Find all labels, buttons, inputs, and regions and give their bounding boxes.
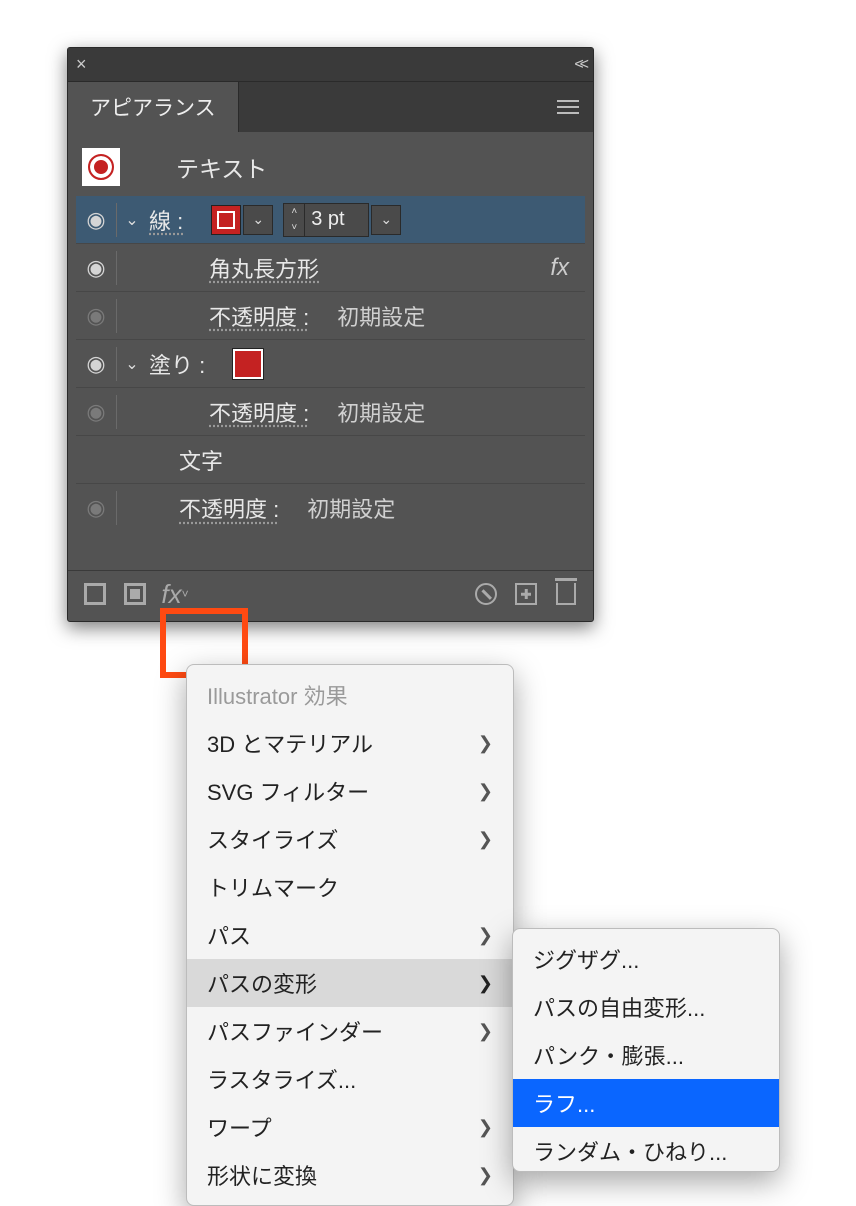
add-effect-button[interactable]: fx˅ [162, 581, 188, 607]
object-title-row: テキスト [76, 140, 585, 196]
stroke-opacity-row[interactable]: ◉ 不透明度 : 初期設定 [76, 292, 585, 340]
menu-item[interactable]: パス ❯ [187, 911, 513, 959]
menu-section-header: Illustrator 効果 [187, 671, 513, 719]
submenu-item[interactable]: ジグザグ... [513, 935, 779, 983]
stroke-weight-stepper: ˄ ˅ ⌄ [283, 203, 401, 237]
menu-item-label: ラスタライズ... [207, 1063, 356, 1095]
effects-menu: Illustrator 効果 3D とマテリアル❯SVG フィルター❯スタイライ… [186, 664, 514, 1206]
characters-label: 文字 [179, 444, 223, 476]
submenu-item-label: パンク・膨張... [533, 1039, 684, 1071]
visibility-icon[interactable]: ◉ [82, 351, 110, 377]
visibility-icon[interactable]: ◉ [82, 207, 110, 233]
submenu-item[interactable]: パンク・膨張... [513, 1031, 779, 1079]
menu-item[interactable]: トリムマーク [187, 863, 513, 911]
submenu-item-label: ラフ... [533, 1087, 595, 1119]
menu-item-label: パス [207, 919, 251, 951]
menu-item[interactable]: ワープ ❯ [187, 1103, 513, 1151]
menu-item-label: 3D とマテリアル [207, 727, 373, 759]
menu-item-label: SVG フィルター [207, 775, 369, 807]
collapse-icon[interactable]: << [574, 56, 585, 74]
stroke-effect-row[interactable]: ◉ 角丸長方形 fx [76, 244, 585, 292]
panel-bottom-bar: fx˅ [68, 570, 593, 621]
menu-item[interactable]: 3D とマテリアル ❯ [187, 719, 513, 767]
close-icon[interactable]: × [76, 54, 87, 75]
chevron-down-icon[interactable]: ⌄ [123, 354, 141, 374]
menu-item-label: パスファインダー [207, 1015, 383, 1047]
stroke-color-dropdown[interactable]: ⌄ [243, 205, 273, 235]
object-type-label: テキスト [176, 150, 267, 184]
root-opacity-row[interactable]: ◉ 不透明度 : 初期設定 [76, 484, 585, 532]
chevron-right-icon: ❯ [478, 829, 493, 850]
chevron-right-icon: ❯ [478, 1021, 493, 1042]
visibility-icon[interactable]: ◉ [82, 303, 110, 329]
submenu-item-label: パスの自由変形... [533, 991, 705, 1023]
panel-menu-button[interactable] [543, 82, 593, 132]
clear-appearance-icon[interactable] [473, 581, 499, 607]
duplicate-icon[interactable] [513, 581, 539, 607]
new-fill-icon[interactable] [122, 581, 148, 607]
appearance-panel: × << アピアランス テキスト ◉ ⌄ 線 : ⌄ ˄ [67, 47, 594, 622]
fx-badge[interactable]: fx [550, 254, 579, 282]
opacity-label[interactable]: 不透明度 : [209, 300, 309, 332]
tab-row: アピアランス [68, 82, 593, 132]
submenu-item[interactable]: ラフ... [513, 1079, 779, 1127]
menu-item[interactable]: パスファインダー ❯ [187, 1007, 513, 1055]
distort-submenu: ジグザグ... パスの自由変形... パンク・膨張... ラフ... ランダム・ひねり.… [512, 928, 780, 1172]
tab-appearance[interactable]: アピアランス [68, 82, 239, 132]
opacity-label[interactable]: 不透明度 : [179, 492, 279, 524]
characters-row[interactable]: ◉ 文字 [76, 436, 585, 484]
fill-opacity-row[interactable]: ◉ 不透明度 : 初期設定 [76, 388, 585, 436]
chevron-right-icon: ❯ [478, 1117, 493, 1138]
chevron-right-icon: ❯ [478, 781, 493, 802]
menu-item[interactable]: SVG フィルター ❯ [187, 767, 513, 815]
opacity-label[interactable]: 不透明度 : [209, 396, 309, 428]
stroke-swatch[interactable] [211, 205, 241, 235]
visibility-icon[interactable]: ◉ [82, 495, 110, 521]
menu-item-label: 形状に変換 [207, 1159, 317, 1191]
chevron-right-icon: ❯ [478, 733, 493, 754]
menu-item[interactable]: パスの変形 ❯ [187, 959, 513, 1007]
panel-content: テキスト ◉ ⌄ 線 : ⌄ ˄ ˅ ⌄ ◉ [68, 132, 593, 540]
stroke-row[interactable]: ◉ ⌄ 線 : ⌄ ˄ ˅ ⌄ [76, 196, 585, 244]
menu-header-label: Illustrator 効果 [207, 679, 348, 711]
tab-label: アピアランス [90, 92, 216, 122]
fill-row[interactable]: ◉ ⌄ 塗り : [76, 340, 585, 388]
new-stroke-icon[interactable] [82, 581, 108, 607]
fill-swatch[interactable] [233, 349, 263, 379]
menu-item-label: ワープ [207, 1111, 272, 1143]
fill-label: 塗り : [149, 348, 205, 380]
visibility-icon[interactable]: ◉ [82, 255, 110, 281]
opacity-value: 初期設定 [307, 492, 395, 524]
step-down-icon[interactable]: ˅ [284, 220, 304, 236]
stroke-color-control: ⌄ [211, 205, 273, 235]
submenu-item-label: ランダム・ひねり... [533, 1135, 727, 1167]
menu-item[interactable]: 形状に変換 ❯ [187, 1151, 513, 1199]
delete-icon[interactable] [553, 581, 579, 607]
opacity-value: 初期設定 [337, 300, 425, 332]
chevron-right-icon: ❯ [478, 1165, 493, 1186]
visibility-icon[interactable]: ◉ [82, 399, 110, 425]
opacity-value: 初期設定 [337, 396, 425, 428]
menu-item-label: スタイライズ [207, 823, 338, 855]
chevron-down-icon[interactable]: ⌄ [123, 210, 141, 230]
menu-item[interactable]: スタイライズ ❯ [187, 815, 513, 863]
stroke-weight-input[interactable] [305, 203, 369, 237]
menu-item[interactable]: ラスタライズ... [187, 1055, 513, 1103]
chevron-right-icon: ❯ [478, 973, 493, 994]
hamburger-icon [557, 100, 579, 114]
submenu-item-label: ジグザグ... [533, 943, 639, 975]
object-thumbnail[interactable] [82, 148, 120, 186]
submenu-item[interactable]: ランダム・ひねり... [513, 1127, 779, 1172]
submenu-item[interactable]: パスの自由変形... [513, 983, 779, 1031]
menu-item-label: トリムマーク [207, 871, 339, 903]
chevron-right-icon: ❯ [478, 925, 493, 946]
menu-item-label: パスの変形 [207, 967, 317, 999]
effect-label[interactable]: 角丸長方形 [209, 252, 319, 284]
stroke-label[interactable]: 線 : [149, 204, 183, 236]
panel-topbar: × << [68, 48, 593, 82]
step-up-icon[interactable]: ˄ [284, 204, 304, 220]
stroke-weight-dropdown[interactable]: ⌄ [371, 205, 401, 235]
